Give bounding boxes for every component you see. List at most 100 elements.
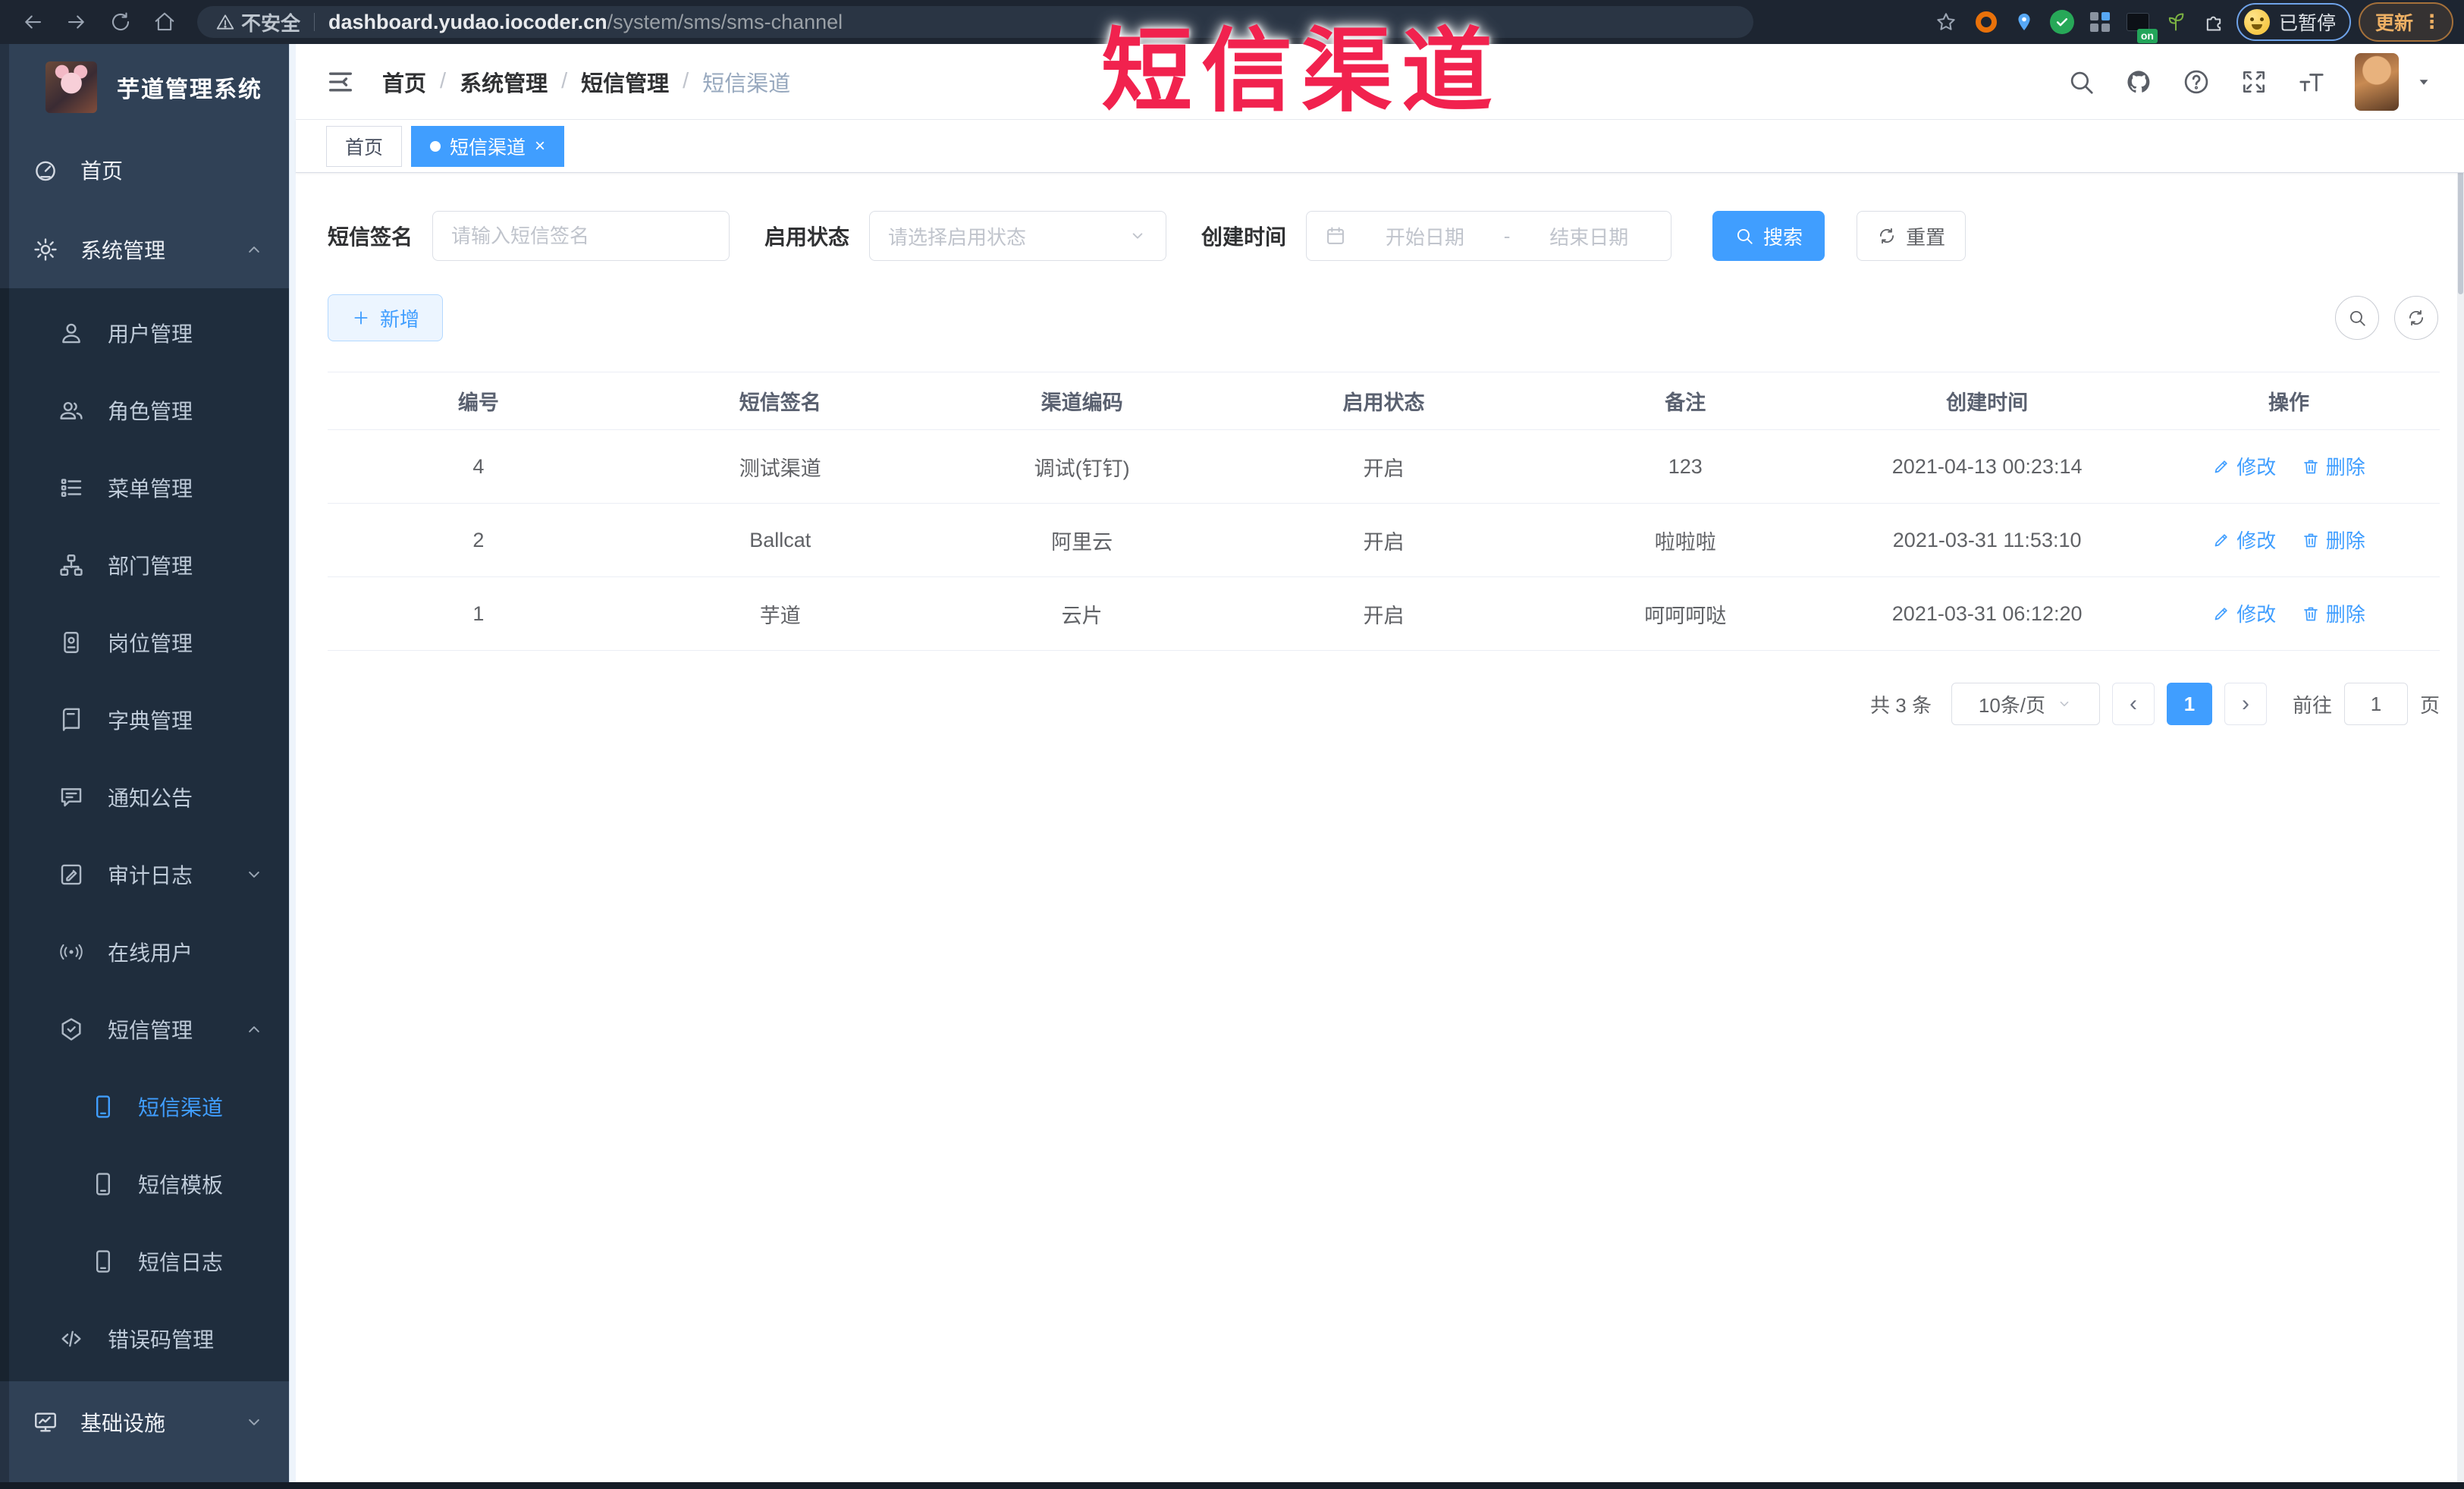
sign-input[interactable] bbox=[451, 224, 711, 248]
status-select[interactable]: 请选择启用状态 bbox=[869, 211, 1167, 261]
page-size-select[interactable]: 10条/页 bbox=[1951, 683, 2100, 725]
pencil-icon bbox=[2212, 531, 2230, 549]
browser-toolbar: 不安全 dashboard.yudao.iocoder.cn/system/sm… bbox=[0, 0, 2464, 44]
edit-link[interactable]: 修改 bbox=[2212, 526, 2276, 554]
extension-on-switch-icon[interactable]: on bbox=[2123, 7, 2158, 43]
page-number-1[interactable]: 1 bbox=[2166, 683, 2212, 725]
sidebar-item-sms[interactable]: 短信管理 bbox=[0, 991, 289, 1068]
window-bottom-edge bbox=[0, 1482, 2464, 1489]
fullscreen-icon[interactable] bbox=[2240, 68, 2268, 96]
caret-down-icon[interactable] bbox=[2414, 72, 2434, 92]
profile-paused-badge[interactable]: 已暂停 bbox=[2236, 3, 2351, 41]
search-button[interactable]: 搜索 bbox=[1712, 211, 1825, 261]
refresh-icon bbox=[1877, 226, 1897, 246]
sidebar-item-users[interactable]: 用户管理 bbox=[0, 294, 289, 372]
delete-link[interactable]: 删除 bbox=[2302, 599, 2365, 627]
pagination: 共 3 条 10条/页 ‹ 1 › 前往 页 bbox=[328, 683, 2440, 725]
extension-grid-icon[interactable] bbox=[2085, 7, 2115, 37]
omnibox-divider bbox=[314, 13, 315, 31]
github-icon[interactable] bbox=[2124, 68, 2153, 96]
extension-leaf-icon[interactable] bbox=[2161, 7, 2191, 37]
phone-icon bbox=[89, 1093, 117, 1120]
delete-link[interactable]: 删除 bbox=[2302, 526, 2365, 554]
table-row[interactable]: 1 芋道 云片 开启 呵呵呵哒 2021-03-31 06:12:20 修改 删… bbox=[328, 576, 2440, 651]
trash-icon bbox=[2302, 605, 2320, 623]
add-button[interactable]: 新增 bbox=[328, 294, 444, 341]
font-size-icon[interactable] bbox=[2297, 68, 2326, 96]
extension-orange-ring-icon[interactable] bbox=[1971, 7, 2001, 37]
delete-link[interactable]: 删除 bbox=[2302, 452, 2365, 480]
refresh-table-button[interactable] bbox=[2394, 296, 2438, 340]
not-secure-indicator[interactable]: 不安全 bbox=[215, 8, 300, 36]
sidebar-item-home[interactable]: 首页 bbox=[0, 131, 289, 209]
reset-button[interactable]: 重置 bbox=[1857, 211, 1966, 261]
table-row[interactable]: 2 Ballcat 阿里云 开启 啦啦啦 2021-03-31 11:53:10… bbox=[328, 503, 2440, 577]
sidebar-collapse-icon[interactable] bbox=[314, 55, 367, 108]
bookmark-star-icon[interactable] bbox=[1929, 5, 1963, 39]
table-row[interactable]: 4 测试渠道 调试(钉钉) 开启 123 2021-04-13 00:23:14… bbox=[328, 429, 2440, 504]
chevron-up-icon bbox=[243, 1019, 265, 1040]
goto-page-input[interactable] bbox=[2343, 683, 2408, 725]
browser-forward-icon[interactable] bbox=[59, 5, 94, 39]
browser-update-button[interactable]: 更新 ⋮ bbox=[2358, 2, 2453, 42]
breadcrumb-home[interactable]: 首页 bbox=[382, 66, 426, 98]
sidebar-item-sms-channel[interactable]: 短信渠道 bbox=[0, 1068, 289, 1145]
sidebar-item-positions[interactable]: 岗位管理 bbox=[0, 604, 289, 681]
sidebar-item-sms-log[interactable]: 短信日志 bbox=[0, 1223, 289, 1300]
sidebar-item-departments[interactable]: 部门管理 bbox=[0, 526, 289, 604]
start-date-placeholder[interactable]: 开始日期 bbox=[1361, 222, 1489, 250]
end-date-placeholder[interactable]: 结束日期 bbox=[1525, 222, 1653, 250]
extension-location-pin-icon[interactable] bbox=[2009, 7, 2039, 37]
prev-page-button[interactable]: ‹ bbox=[2111, 683, 2155, 725]
pagination-total: 共 3 条 bbox=[1870, 693, 1932, 717]
book-icon bbox=[58, 706, 85, 734]
sidebar-item-system[interactable]: 系统管理 bbox=[0, 211, 289, 288]
sidebar-item-roles[interactable]: 角色管理 bbox=[0, 372, 289, 449]
browser-reload-icon[interactable] bbox=[103, 5, 138, 39]
shield-icon bbox=[58, 1016, 85, 1043]
sign-input-wrapper bbox=[432, 211, 730, 261]
browser-back-icon[interactable] bbox=[15, 5, 50, 39]
dashboard-icon bbox=[32, 156, 59, 184]
search-icon[interactable] bbox=[2067, 68, 2095, 96]
speech-bubble-icon bbox=[58, 784, 85, 811]
breadcrumb-sms[interactable]: 短信管理 bbox=[581, 66, 669, 98]
toggle-search-button[interactable] bbox=[2335, 296, 2379, 340]
date-range-picker[interactable]: 开始日期 - 结束日期 bbox=[1306, 211, 1672, 261]
sidebar-item-menus[interactable]: 菜单管理 bbox=[0, 449, 289, 526]
sidebar-item-infrastructure[interactable]: 基础设施 bbox=[0, 1384, 289, 1461]
sidebar-scrollbar[interactable] bbox=[289, 44, 296, 1489]
app-logo[interactable]: 芋道管理系统 bbox=[0, 44, 296, 130]
phone-icon bbox=[89, 1248, 117, 1275]
page-scrollbar[interactable] bbox=[2457, 44, 2464, 1489]
header-tools bbox=[2067, 52, 2464, 111]
address-bar[interactable]: 不安全 dashboard.yudao.iocoder.cn/system/sm… bbox=[197, 6, 1753, 38]
browser-home-icon[interactable] bbox=[147, 5, 182, 39]
breadcrumb-system[interactable]: 系统管理 bbox=[460, 66, 548, 98]
app-title: 芋道管理系统 bbox=[117, 77, 262, 102]
not-secure-label: 不安全 bbox=[241, 11, 301, 35]
tab-sms-channel[interactable]: 短信渠道 × bbox=[411, 125, 565, 167]
browser-menu-icon[interactable]: ⋮ bbox=[2419, 13, 2444, 31]
monitor-icon bbox=[32, 1409, 59, 1436]
edit-link[interactable]: 修改 bbox=[2212, 599, 2276, 627]
close-icon[interactable]: × bbox=[535, 137, 545, 155]
sidebar-item-online-users[interactable]: 在线用户 bbox=[0, 913, 289, 991]
next-page-button[interactable]: › bbox=[2224, 683, 2267, 725]
sidebar-item-audit-log[interactable]: 审计日志 bbox=[0, 836, 289, 913]
sidebar-item-error-codes[interactable]: 错误码管理 bbox=[0, 1300, 289, 1377]
pencil-icon bbox=[2212, 605, 2230, 623]
help-icon[interactable] bbox=[2182, 68, 2211, 96]
extension-green-check-icon[interactable] bbox=[2047, 7, 2077, 37]
sidebar-item-sms-template[interactable]: 短信模板 bbox=[0, 1145, 289, 1223]
extensions-puzzle-icon[interactable] bbox=[2199, 7, 2229, 37]
user-avatar[interactable] bbox=[2355, 52, 2399, 111]
refresh-icon bbox=[2406, 308, 2426, 328]
edit-link[interactable]: 修改 bbox=[2212, 452, 2276, 480]
chevron-down-icon bbox=[1128, 226, 1147, 246]
sidebar-item-dictionary[interactable]: 字典管理 bbox=[0, 681, 289, 759]
chevron-up-icon bbox=[243, 239, 265, 260]
update-label: 更新 bbox=[2375, 13, 2413, 34]
sidebar-item-announcements[interactable]: 通知公告 bbox=[0, 759, 289, 836]
tab-home[interactable]: 首页 bbox=[326, 125, 403, 167]
